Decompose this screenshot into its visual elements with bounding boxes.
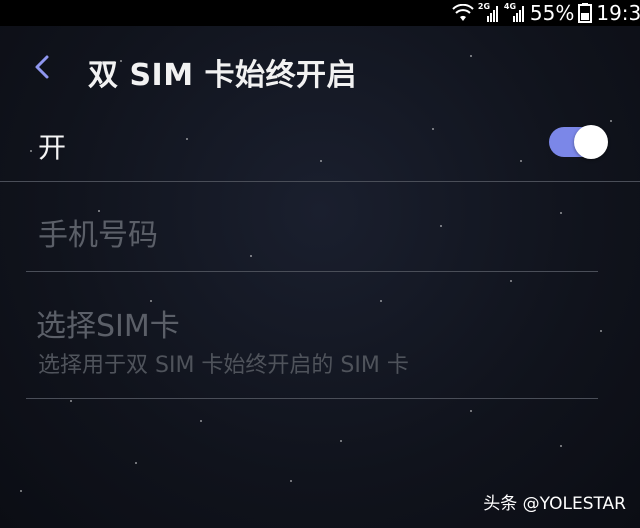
divider	[26, 271, 598, 272]
signal-2g-icon: 2G	[478, 2, 500, 22]
phone-number-item[interactable]: 手机号码	[0, 190, 640, 270]
header: 双 SIM 卡始终开启	[0, 42, 640, 96]
watermark: 头条 @YOLESTAR	[483, 494, 626, 514]
master-switch-row[interactable]: 开	[0, 112, 640, 180]
select-sim-label: 选择SIM卡	[36, 309, 180, 344]
divider	[26, 398, 598, 399]
select-sim-subtitle: 选择用于双 SIM 卡始终开启的 SIM 卡	[38, 353, 409, 378]
clock: 19:39	[596, 1, 640, 25]
phone-number-label: 手机号码	[38, 218, 158, 253]
divider	[0, 181, 640, 182]
signal-4g-icon: 4G	[504, 2, 526, 22]
toggle-knob	[574, 125, 608, 159]
wifi-icon	[452, 4, 474, 21]
master-switch-label: 开	[38, 131, 67, 164]
status-bar: 2G 4G 55% 19:39	[0, 0, 640, 26]
chevron-left-icon[interactable]	[28, 52, 58, 82]
page-title: 双 SIM 卡始终开启	[88, 58, 358, 93]
select-sim-item[interactable]: 选择SIM卡 选择用于双 SIM 卡始终开启的 SIM 卡	[0, 285, 640, 395]
master-toggle-switch[interactable]	[549, 125, 609, 159]
battery-percent: 55%	[529, 1, 575, 25]
battery-icon	[578, 3, 593, 23]
